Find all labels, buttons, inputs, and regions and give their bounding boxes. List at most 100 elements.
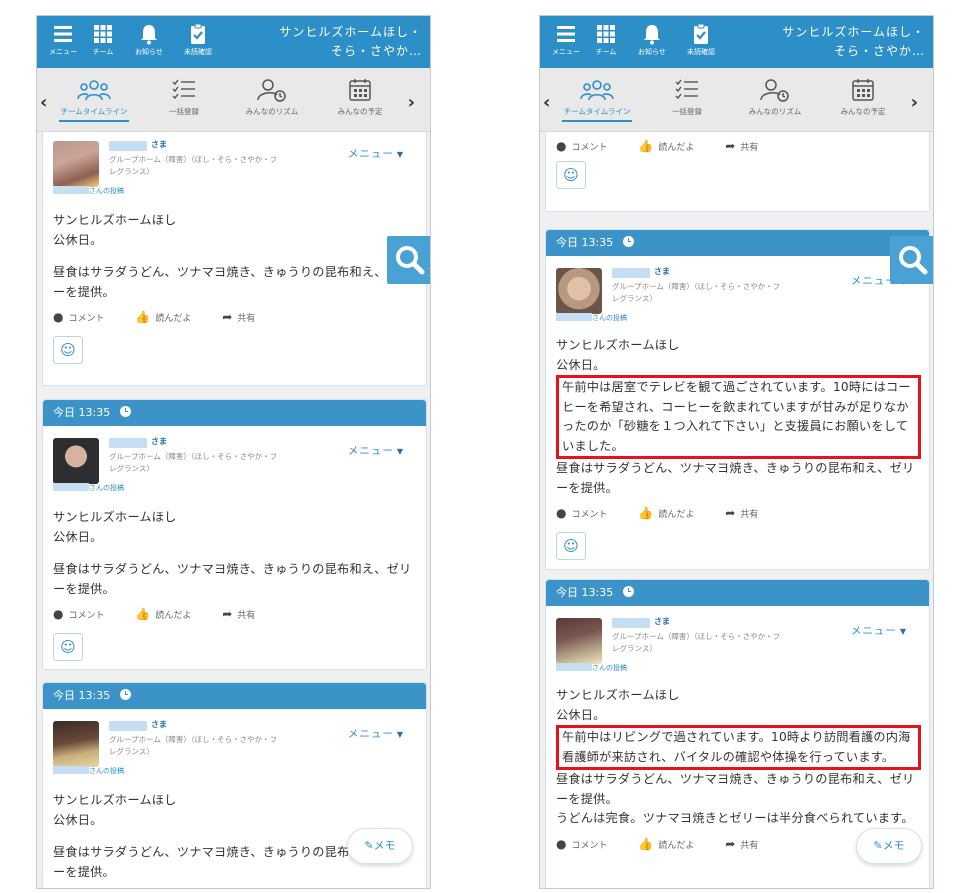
tab-team-timeline[interactable]: チームタイムライン xyxy=(55,78,133,122)
facility-title[interactable]: サンヒルズホームほし・そら・さやか… xyxy=(272,23,422,61)
clipboard-check-icon xyxy=(178,22,218,48)
share-button[interactable]: ➦ 共有 xyxy=(725,837,772,851)
tab-schedule[interactable]: みんなの予定 xyxy=(824,78,902,117)
notice-button[interactable]: お知らせ xyxy=(129,22,169,56)
notice-button[interactable]: お知らせ xyxy=(632,22,672,56)
checklist-icon xyxy=(172,79,195,100)
timestamp: 今日 13:35 xyxy=(556,236,614,249)
clipboard-check-icon xyxy=(681,22,721,48)
tab-rhythm[interactable]: みんなのリズム xyxy=(233,78,311,117)
comment-button[interactable]: ● コメント xyxy=(53,607,119,621)
menu-button[interactable]: メニュー xyxy=(43,22,83,56)
avatar[interactable] xyxy=(53,721,99,767)
menu-button[interactable]: メニュー xyxy=(546,22,586,56)
like-button[interactable]: 👍 読んだよ xyxy=(135,310,205,324)
memo-button[interactable]: ✎メモ xyxy=(856,828,922,864)
body-line: うどんは完食。ツナマヨ焼きとゼリーは半分食べられています。 xyxy=(556,811,914,825)
tab-label: チームタイムライン xyxy=(563,107,631,116)
tab-schedule[interactable]: みんなの予定 xyxy=(321,78,399,117)
group-name: グループホーム（障害）（ほし・そら・さやか・フレグランス） xyxy=(612,632,781,653)
chevron-right-icon[interactable]: › xyxy=(408,92,415,113)
tab-label: みんなの予定 xyxy=(337,107,383,116)
chevron-right-icon[interactable]: › xyxy=(911,92,918,113)
person-clock-icon xyxy=(257,79,286,102)
post-timestamp-bar: 今日 13:35 xyxy=(43,683,426,709)
post-menu-button[interactable]: メニュー▼ xyxy=(851,623,907,638)
search-icon xyxy=(396,246,425,275)
share-button[interactable]: ➦ 共有 xyxy=(222,607,269,621)
post-actions: ●コメント 👍読んだよ ➦共有 xyxy=(43,882,426,888)
body-line: 公休日。 xyxy=(556,707,606,722)
body-line: サンヒルズホームほし xyxy=(53,510,177,524)
facility-title[interactable]: サンヒルズホームほし・そら・さやか… xyxy=(775,23,925,61)
like-button[interactable]: 👍 読んだよ xyxy=(135,607,205,621)
post-menu-button[interactable]: メニュー▼ xyxy=(348,443,404,458)
team-button[interactable]: チーム xyxy=(83,22,123,56)
person-clock-icon xyxy=(760,79,789,102)
timeline-feed[interactable]: さま グループホーム（障害）（ほし・そら・さやか・フレグランス） メニュー ▼ さ… xyxy=(37,132,430,888)
unread-button[interactable]: 未読確認 xyxy=(681,22,721,56)
unread-button[interactable]: 未読確認 xyxy=(178,22,218,56)
comment-icon: ● xyxy=(556,139,567,153)
comment-button[interactable]: ● コメント xyxy=(556,837,622,851)
comment-button[interactable]: ● コメント xyxy=(556,506,622,520)
share-button[interactable]: ➦ 共有 xyxy=(222,310,269,324)
search-button[interactable] xyxy=(387,236,430,284)
like-button[interactable]: 👍 読んだよ xyxy=(638,506,708,520)
comment-icon: ● xyxy=(556,506,567,520)
post-menu-button[interactable]: メニュー▼ xyxy=(348,146,404,161)
body-line: 公休日。 xyxy=(53,529,103,544)
memo-button[interactable]: ✎メモ xyxy=(347,828,413,864)
bell-icon xyxy=(632,22,672,48)
post-menu-button[interactable]: メニュー▼ xyxy=(348,726,404,741)
active-tab-underline xyxy=(59,120,129,122)
body-line: 昼食はサラダうどん、ツナマヨ焼き、きゅうりの昆布和え、ゼリーを提供。 xyxy=(53,562,412,596)
chevron-left-icon[interactable]: ‹ xyxy=(543,92,550,113)
search-button[interactable] xyxy=(890,236,933,284)
thumbs-up-icon: 👍 xyxy=(638,836,654,851)
smile-icon: ☺ xyxy=(563,537,579,555)
clock-icon xyxy=(623,586,635,597)
avatar[interactable] xyxy=(53,438,99,484)
share-arrow-icon: ➦ xyxy=(725,139,736,153)
like-button[interactable]: 👍 読んだよ xyxy=(638,837,708,851)
tab-rhythm[interactable]: みんなのリズム xyxy=(736,78,814,117)
reaction-button[interactable]: ☺ xyxy=(53,633,83,661)
avatar[interactable] xyxy=(556,618,602,664)
poster-info: さま グループホーム（障害）（ほし・そら・さやか・フレグランス） メニュー▼ さ… xyxy=(546,606,929,672)
tab-bulk-register[interactable]: 一括登録 xyxy=(648,78,726,117)
caret-down-icon: ▼ xyxy=(396,447,404,456)
timeline-feed[interactable]: ● コメント 👍 読んだよ ➦ 共有 ☺ 今日 13:35 さま グループホーム（障害… xyxy=(540,132,933,888)
group-name: グループホーム（障害）（ほし・そら・さやか・フレグランス） xyxy=(109,735,278,756)
posted-by: さんの投稿 xyxy=(53,766,124,776)
post-timestamp-bar: 今日 13:35 xyxy=(546,580,929,606)
reaction-button[interactable]: ☺ xyxy=(556,532,586,560)
reaction-button[interactable]: ☺ xyxy=(556,161,586,189)
posted-by: さんの投稿 xyxy=(53,186,124,196)
tab-label: チームタイムライン xyxy=(60,107,128,116)
chevron-left-icon[interactable]: ‹ xyxy=(40,92,47,113)
share-label: 共有 xyxy=(237,611,256,621)
like-button[interactable]: 👍 読んだよ xyxy=(638,139,708,153)
avatar[interactable] xyxy=(53,141,99,187)
tab-bar: ‹ チームタイムライン 一括登録 みんなのリズム みんなの予定 › xyxy=(37,68,430,132)
caret-down-icon: ▼ xyxy=(396,150,404,159)
team-button[interactable]: チーム xyxy=(586,22,626,56)
posted-by: さんの投稿 xyxy=(556,313,627,323)
tab-bar: ‹ チームタイムライン 一括登録 みんなのリズム みんなの予定 › xyxy=(540,68,933,132)
caret-down-icon: ▼ xyxy=(396,730,404,739)
posted-by-text: さんの投稿 xyxy=(89,187,124,195)
avatar[interactable] xyxy=(556,268,602,314)
active-tab-underline xyxy=(562,120,632,122)
honorific: さま xyxy=(151,140,167,149)
reaction-button[interactable]: ☺ xyxy=(53,336,83,364)
comment-button[interactable]: ● コメント xyxy=(53,310,119,324)
menu-text: メニュー xyxy=(347,445,394,457)
thumbs-up-icon: 👍 xyxy=(638,506,654,520)
share-button[interactable]: ➦ 共有 xyxy=(725,139,772,153)
tab-bulk-register[interactable]: 一括登録 xyxy=(145,78,223,117)
menu-text: メニュー xyxy=(850,625,897,637)
share-button[interactable]: ➦ 共有 xyxy=(725,506,772,520)
tab-team-timeline[interactable]: チームタイムライン xyxy=(558,78,636,122)
comment-button[interactable]: ● コメント xyxy=(556,139,622,153)
